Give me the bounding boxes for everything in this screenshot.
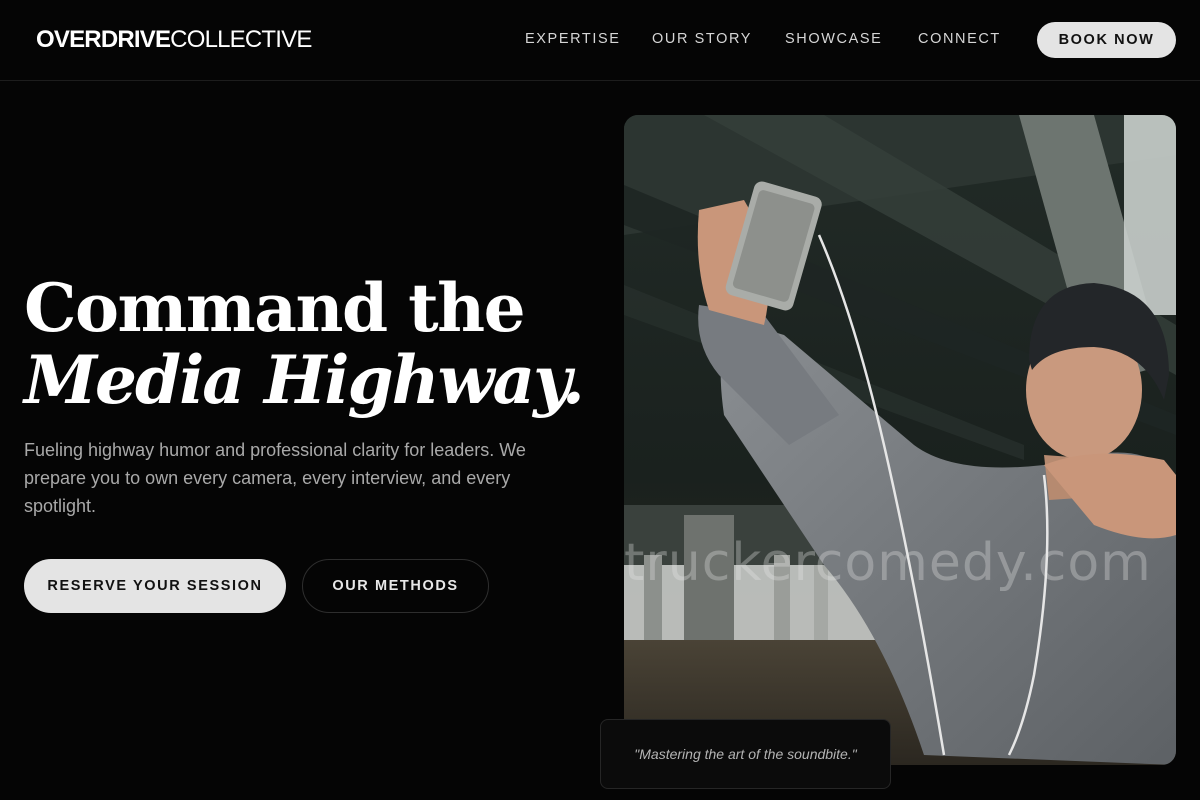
nav-link-showcase[interactable]: SHOWCASE — [785, 30, 882, 48]
nav-link-expertise[interactable]: EXPERTISE — [525, 30, 621, 48]
reserve-session-button[interactable]: RESERVE YOUR SESSION — [24, 559, 286, 613]
hero-title: Command the Media Highway. — [24, 272, 604, 416]
nav-link-our-story[interactable]: OUR STORY — [652, 30, 752, 48]
hero-photo-illustration — [624, 115, 1176, 765]
quote-card: "Mastering the art of the soundbite." — [600, 719, 891, 789]
hero-title-line1: Command the — [24, 269, 526, 347]
site-header: OVERDRIVECOLLECTIVE EXPERTISE OUR STORY … — [0, 0, 1200, 81]
page: OVERDRIVECOLLECTIVE EXPERTISE OUR STORY … — [0, 0, 1200, 800]
brand-name-part2: COLLECTIVE — [170, 26, 312, 53]
quote-text: "Mastering the art of the soundbite." — [634, 746, 857, 762]
hero-photo: truckercomedy.com — [624, 115, 1176, 765]
nav-link-connect[interactable]: CONNECT — [918, 30, 1001, 48]
our-methods-button[interactable]: OUR METHODS — [302, 559, 489, 613]
brand-name-part1: OVERDRIVE — [36, 26, 171, 53]
hero-subtitle: Fueling highway humor and professional c… — [24, 440, 526, 516]
book-now-button[interactable]: BOOK NOW — [1037, 22, 1176, 58]
brand-logo[interactable]: OVERDRIVECOLLECTIVE — [36, 26, 312, 54]
hero-title-line2: Media Highway. — [24, 341, 585, 419]
